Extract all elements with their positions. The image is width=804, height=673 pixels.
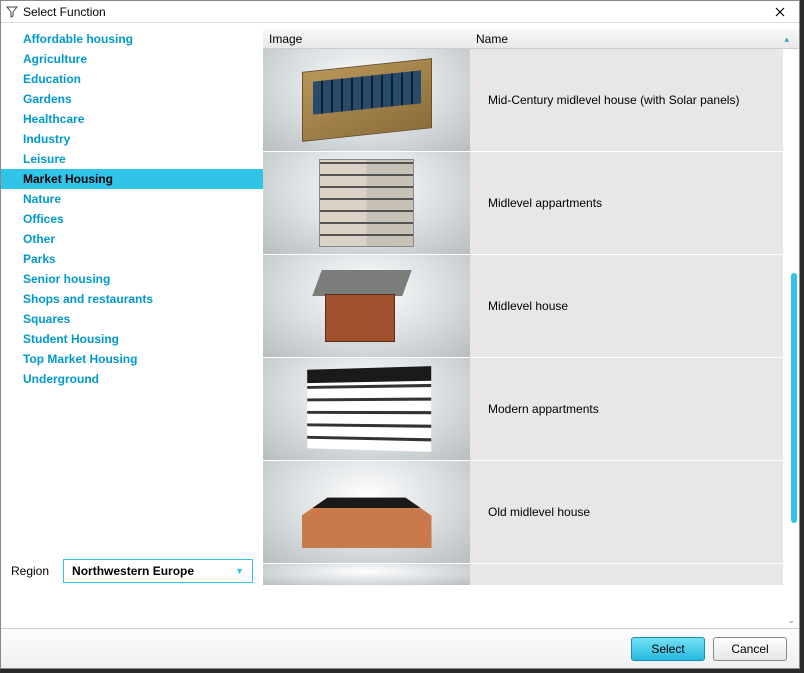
table-row[interactable]	[263, 564, 783, 586]
table-body: Mid-Century midlevel house (with Solar p…	[263, 49, 799, 628]
row-name	[470, 564, 783, 585]
sidebar-item-affordable-housing[interactable]: Affordable housing	[1, 29, 263, 49]
row-name: Midlevel house	[470, 255, 783, 357]
row-name: Mid-Century midlevel house (with Solar p…	[470, 49, 783, 151]
region-label: Region	[11, 564, 49, 578]
table-row[interactable]: Midlevel appartments	[263, 152, 783, 255]
select-function-dialog: Select Function Affordable housingAgricu…	[0, 0, 800, 669]
row-name: Midlevel appartments	[470, 152, 783, 254]
sidebar-item-agriculture[interactable]: Agriculture	[1, 49, 263, 69]
row-thumbnail	[263, 358, 470, 460]
table-row[interactable]: Mid-Century midlevel house (with Solar p…	[263, 49, 783, 152]
table-header: Image Name ▴	[263, 29, 799, 49]
table-row[interactable]: Midlevel house	[263, 255, 783, 358]
sidebar-item-top-market-housing[interactable]: Top Market Housing	[1, 349, 263, 369]
dropdown-caret-icon: ▼	[235, 566, 244, 576]
column-header-image[interactable]: Image	[263, 32, 470, 46]
sidebar-item-parks[interactable]: Parks	[1, 249, 263, 269]
sidebar-item-healthcare[interactable]: Healthcare	[1, 109, 263, 129]
sidebar-item-nature[interactable]: Nature	[1, 189, 263, 209]
titlebar: Select Function	[1, 1, 799, 23]
dialog-footer: Select Cancel	[1, 628, 799, 668]
row-name: Modern appartments	[470, 358, 783, 460]
row-thumbnail	[263, 461, 470, 563]
scrollbar[interactable]	[791, 273, 797, 573]
sort-ascending-icon: ▴	[784, 34, 789, 45]
row-thumbnail	[263, 152, 470, 254]
category-sidebar: Affordable housingAgricultureEducationGa…	[1, 23, 263, 628]
sidebar-item-leisure[interactable]: Leisure	[1, 149, 263, 169]
scrollbar-thumb[interactable]	[791, 273, 797, 523]
sidebar-item-shops-and-restaurants[interactable]: Shops and restaurants	[1, 289, 263, 309]
select-button[interactable]: Select	[631, 637, 705, 661]
region-dropdown[interactable]: Northwestern Europe ▼	[63, 559, 253, 583]
sidebar-item-market-housing[interactable]: Market Housing	[1, 169, 263, 189]
sidebar-item-underground[interactable]: Underground	[1, 369, 263, 389]
column-header-name-label: Name	[476, 32, 508, 46]
filter-icon	[5, 5, 19, 19]
table-row[interactable]: Modern appartments	[263, 358, 783, 461]
sidebar-item-squares[interactable]: Squares	[1, 309, 263, 329]
sidebar-item-education[interactable]: Education	[1, 69, 263, 89]
chevron-down-icon[interactable]: ⌄	[787, 615, 795, 626]
row-thumbnail	[263, 564, 470, 585]
window-title: Select Function	[23, 5, 765, 19]
sidebar-item-student-housing[interactable]: Student Housing	[1, 329, 263, 349]
region-dropdown-value: Northwestern Europe	[72, 564, 194, 578]
column-header-name[interactable]: Name ▴	[470, 32, 799, 46]
region-selector-row: Region Northwestern Europe ▼	[11, 559, 253, 583]
sidebar-item-senior-housing[interactable]: Senior housing	[1, 269, 263, 289]
row-name: Old midlevel house	[470, 461, 783, 563]
table-row[interactable]: Old midlevel house	[263, 461, 783, 564]
main-panel: Image Name ▴ Mid-Century midlevel house …	[263, 23, 799, 628]
row-thumbnail	[263, 49, 470, 151]
sidebar-item-gardens[interactable]: Gardens	[1, 89, 263, 109]
sidebar-item-other[interactable]: Other	[1, 229, 263, 249]
cancel-button[interactable]: Cancel	[713, 637, 787, 661]
row-thumbnail	[263, 255, 470, 357]
content-area: Affordable housingAgricultureEducationGa…	[1, 23, 799, 628]
sidebar-item-industry[interactable]: Industry	[1, 129, 263, 149]
close-button[interactable]	[765, 2, 795, 22]
sidebar-item-offices[interactable]: Offices	[1, 209, 263, 229]
